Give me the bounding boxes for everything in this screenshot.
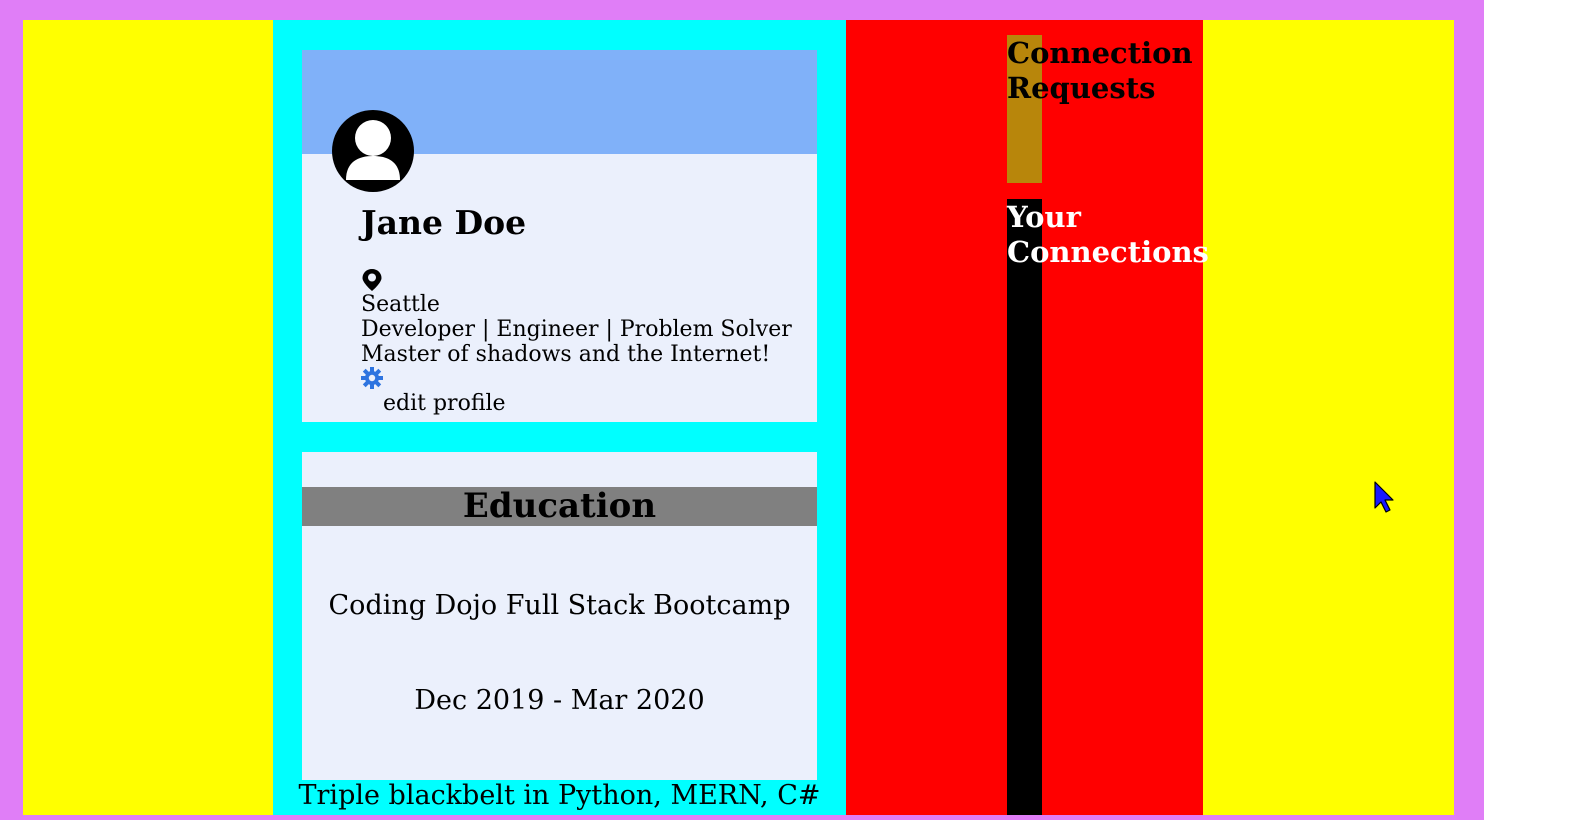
- page-frame: Jane Doe Seattle Developer | Engineer | …: [0, 0, 1484, 820]
- connection-requests-title: Connection Requests: [1007, 36, 1193, 105]
- education-note: Triple blackbelt in Python, MERN, C#: [298, 780, 821, 811]
- connections-panel: [1007, 199, 1042, 815]
- education-header: Education: [302, 487, 817, 526]
- mouse-cursor-icon: [1374, 481, 1394, 513]
- profile-info: Seattle Developer | Engineer | Problem S…: [361, 268, 792, 416]
- profile-headline: Developer | Engineer | Problem Solver: [361, 317, 792, 342]
- education-card: Education Coding Dojo Full Stack Bootcam…: [302, 452, 817, 780]
- your-connections-title: Your Connections: [1007, 200, 1209, 269]
- location-row: Seattle: [361, 268, 792, 317]
- education-school: Coding Dojo Full Stack Bootcamp: [328, 590, 791, 621]
- profile-name: Jane Doe: [361, 203, 527, 242]
- profile-bio: Master of shadows and the Internet!: [361, 342, 771, 367]
- edit-profile-link[interactable]: edit profile: [383, 391, 792, 416]
- profile-card: Jane Doe Seattle Developer | Engineer | …: [302, 50, 817, 422]
- right-filler-column: [1203, 20, 1454, 815]
- location-text: Seattle: [361, 292, 440, 317]
- map-pin-icon: [361, 268, 792, 292]
- center-column: Jane Doe Seattle Developer | Engineer | …: [273, 20, 846, 815]
- education-dates: Dec 2019 - Mar 2020: [414, 685, 705, 716]
- user-avatar-icon[interactable]: [332, 110, 414, 192]
- left-column: [23, 20, 273, 815]
- gear-icon[interactable]: [361, 367, 792, 389]
